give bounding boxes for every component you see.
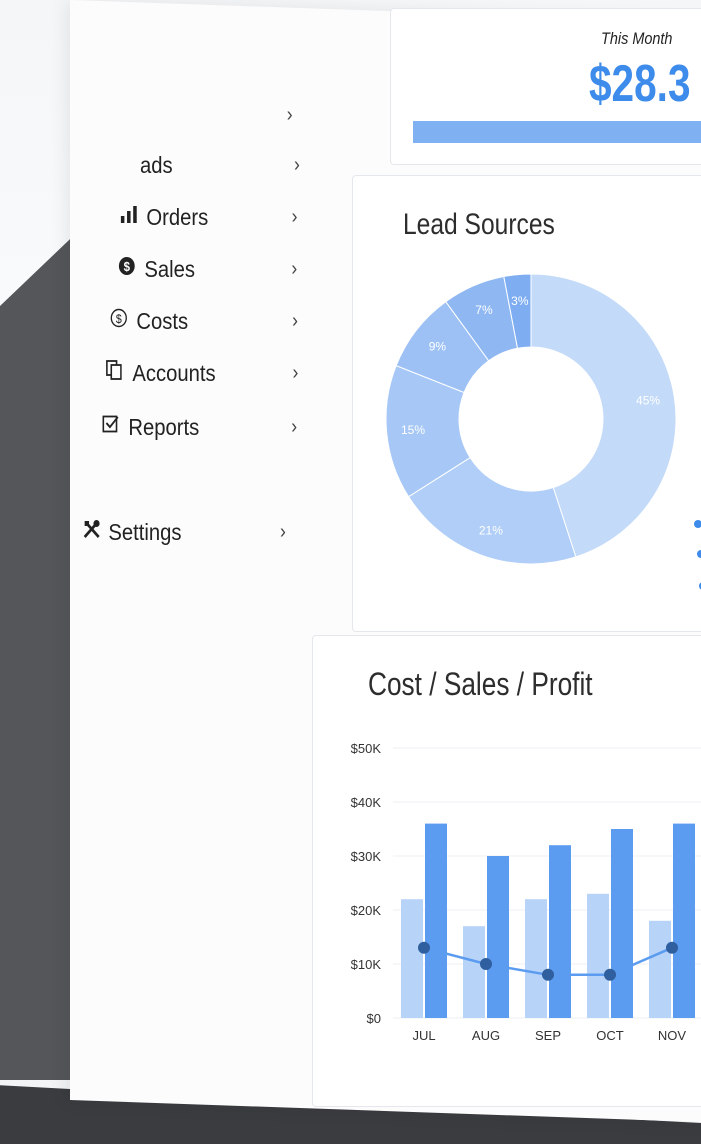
- profit-point: [418, 941, 430, 954]
- bar-chart-icon: [120, 205, 146, 229]
- sidebar-item-label: Accounts: [132, 359, 216, 386]
- legend-dot: [694, 520, 701, 528]
- x-tick-label: OCT: [596, 1028, 624, 1043]
- cost-sales-profit-card: Cost / Sales / Profit $0 $10K $20K $30K $40K…: [312, 635, 701, 1107]
- x-tick-label: SEP: [535, 1028, 561, 1043]
- y-tick-label: $50K: [351, 741, 382, 756]
- donut-slice-label: 9%: [429, 339, 447, 353]
- chevron-right-icon: ›: [294, 153, 300, 176]
- bar-cost: [525, 899, 547, 1018]
- this-month-card: This Month $28.3: [390, 8, 701, 165]
- sidebar-item-leads[interactable]: ads ›: [140, 148, 300, 182]
- sidebar: › ads › Orders › $ Sales › $ Costs › Acc…: [80, 90, 340, 590]
- checkbox-icon: [102, 414, 128, 440]
- legend-dot: [697, 550, 701, 558]
- bar-cost: [463, 926, 485, 1018]
- sidebar-item-label: Settings: [108, 518, 182, 545]
- profit-point: [542, 968, 554, 981]
- sidebar-item-label: Costs: [136, 307, 189, 334]
- sidebar-item-settings[interactable]: Settings ›: [82, 515, 286, 549]
- sidebar-item-label: Orders: [146, 203, 209, 230]
- svg-text:$: $: [124, 259, 131, 274]
- this-month-value: $28.3: [589, 55, 691, 113]
- chevron-right-icon: ›: [286, 103, 293, 126]
- donut-slice-label: 3%: [511, 294, 529, 308]
- sidebar-item-accounts[interactable]: Accounts ›: [106, 356, 298, 390]
- tools-icon: [82, 518, 108, 546]
- x-tick-label: AUG: [472, 1028, 500, 1043]
- lead-sources-card: Lead Sources 45% 21% 15% 9% 7% 3%: [352, 175, 701, 632]
- profit-point: [480, 958, 492, 970]
- donut-slice-label: 45%: [636, 393, 660, 407]
- this-month-label: This Month: [601, 29, 673, 48]
- bar-sales: [487, 856, 509, 1018]
- chevron-right-icon: ›: [292, 361, 299, 384]
- bar-cost: [587, 893, 609, 1018]
- sidebar-item-sales[interactable]: $ Sales ›: [118, 252, 297, 286]
- bar-sales: [611, 829, 633, 1018]
- bar-sales: [425, 823, 447, 1018]
- bar-cost: [649, 920, 671, 1018]
- sidebar-item-orders[interactable]: Orders ›: [120, 200, 297, 234]
- y-tick-label: $30K: [351, 849, 382, 864]
- dollar-outline-icon: $: [110, 308, 136, 334]
- this-month-bar: [413, 121, 701, 143]
- y-tick-label: $10K: [351, 957, 382, 972]
- chevron-right-icon: ›: [292, 309, 299, 332]
- bar-cost: [401, 899, 423, 1018]
- sidebar-item-costs[interactable]: $ Costs ›: [110, 304, 298, 338]
- sidebar-item-reports[interactable]: Reports ›: [102, 410, 297, 444]
- chevron-right-icon: ›: [291, 257, 298, 280]
- profit-point: [604, 968, 616, 981]
- sidebar-item-label: Reports: [128, 413, 200, 440]
- profit-point: [666, 941, 678, 954]
- y-tick-label: $0: [367, 1011, 381, 1026]
- lead-sources-donut: 45% 21% 15% 9% 7% 3%: [385, 273, 701, 590]
- copy-icon: [106, 360, 132, 386]
- chevron-right-icon: ›: [280, 520, 286, 543]
- x-tick-label: NOV: [658, 1028, 687, 1043]
- donut-slice-label: 15%: [401, 423, 425, 437]
- dollar-circle-icon: $: [118, 256, 144, 282]
- svg-text:$: $: [116, 313, 123, 326]
- donut-slice-label: 21%: [479, 523, 503, 537]
- y-tick-label: $20K: [351, 903, 382, 918]
- chevron-right-icon: ›: [291, 415, 298, 438]
- y-tick-label: $40K: [351, 795, 382, 810]
- bar-sales: [549, 845, 571, 1018]
- bar-sales: [673, 823, 695, 1018]
- chevron-right-icon: ›: [291, 205, 298, 228]
- x-tick-label: JUL: [412, 1028, 435, 1043]
- sidebar-item-label: Sales: [144, 255, 196, 282]
- sidebar-item-label: ads: [140, 151, 173, 178]
- donut-slice-label: 7%: [475, 303, 493, 317]
- cost-sales-profit-chart: $0 $10K $20K $30K $40K $50K JUL AUG SEP OCT NOV: [351, 741, 701, 1043]
